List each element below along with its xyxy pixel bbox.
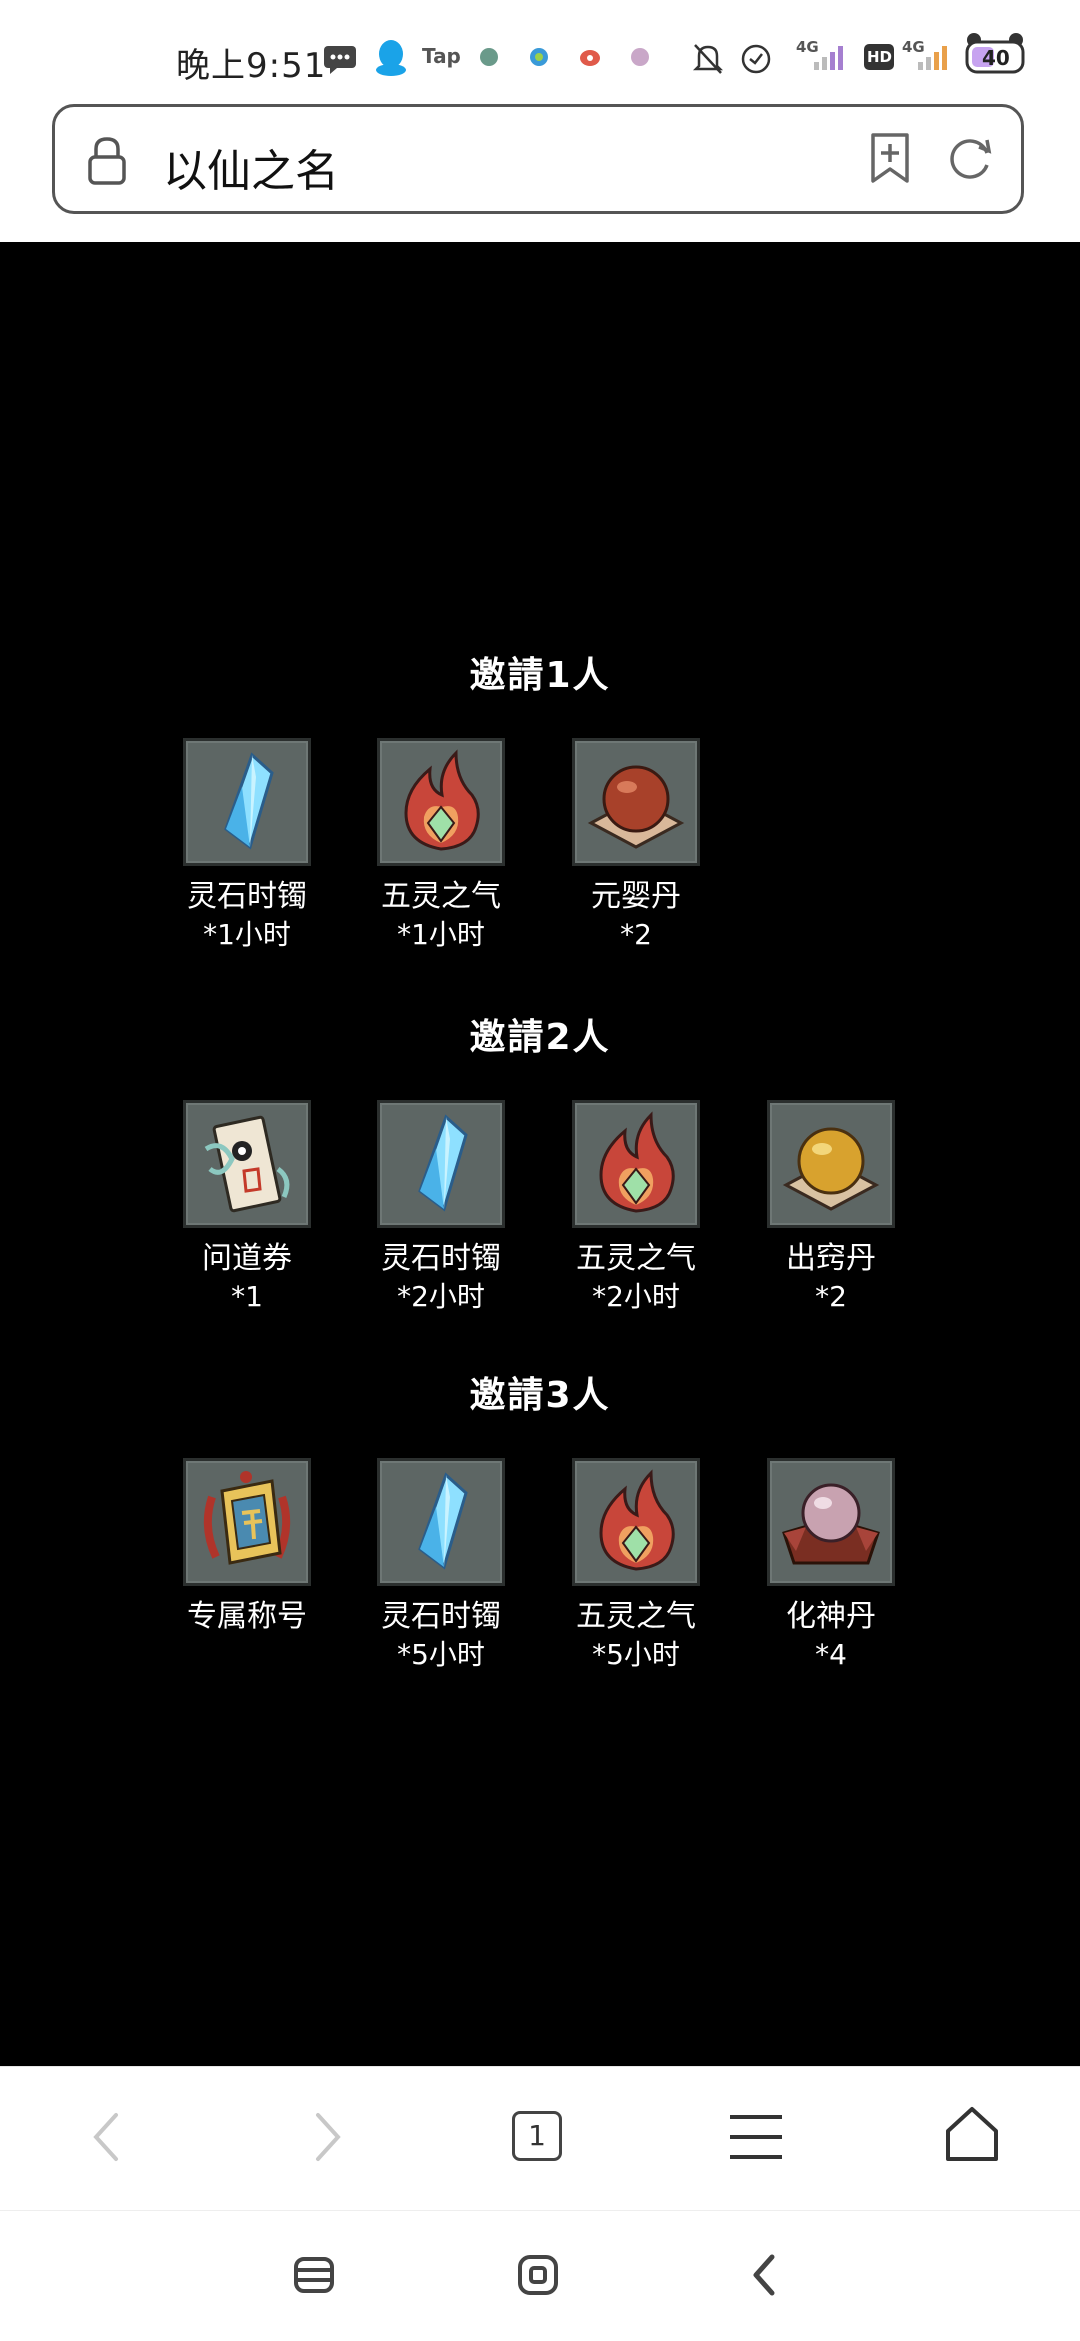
alarm-icon (741, 44, 771, 74)
hd-label: HD (867, 48, 893, 66)
item-slot (572, 1100, 700, 1228)
page-title: 以仙之名 (163, 146, 339, 197)
item-name: 问道券 (202, 1241, 292, 1276)
menu-icon[interactable] (726, 2111, 786, 2163)
app-icon-2 (530, 48, 548, 66)
status-bar: 晚上9:51 Tap 4G HD 4G 40 (0, 0, 1080, 100)
mute-icon (692, 44, 724, 74)
title-badge-icon (203, 1471, 291, 1565)
purple-orb-icon (782, 1483, 880, 1565)
tap-label: Tap (422, 44, 461, 68)
item-amount: *2 (815, 1280, 847, 1313)
forward-icon[interactable] (308, 2107, 348, 2167)
item-amount: *5小时 (397, 1638, 485, 1671)
crystal-icon (224, 752, 274, 850)
item-name: 灵石时镯 (381, 1599, 501, 1634)
item-slot (572, 1458, 700, 1586)
item-slot (183, 1100, 311, 1228)
message-icon (324, 46, 356, 74)
recent-apps-icon[interactable] (292, 2253, 336, 2297)
item-slot (377, 1458, 505, 1586)
home-button-icon[interactable] (516, 2253, 560, 2297)
item-name: 化神丹 (786, 1599, 876, 1634)
game-content: 邀請1人 灵石时镯 *1小时 五灵之气 *1小时 元婴丹 *2 邀請2人 问道券… (0, 242, 1080, 2066)
crystal-icon (418, 1472, 468, 1570)
lock-icon (88, 137, 126, 185)
app-icon-1 (480, 48, 498, 66)
back-icon[interactable] (86, 2107, 126, 2167)
ticket-icon (204, 1115, 290, 1213)
tab-switcher-button[interactable]: 1 (512, 2111, 562, 2161)
item-amount: *5小时 (592, 1638, 680, 1671)
tier-title: 邀請2人 (469, 1017, 611, 1058)
item-name: 灵石时镯 (381, 1241, 501, 1276)
signal-icon-1 (814, 46, 843, 70)
flame-icon (404, 749, 480, 851)
item-name: 五灵之气 (576, 1241, 696, 1276)
app-icon-3 (631, 48, 649, 66)
flame-icon (599, 1111, 675, 1213)
item-slot (377, 1100, 505, 1228)
add-bookmark-icon[interactable] (865, 131, 915, 187)
qq-icon (376, 40, 406, 76)
battery-level: 40 (982, 46, 1010, 70)
gold-pill-icon (782, 1127, 880, 1211)
item-name: 五灵之气 (576, 1599, 696, 1634)
item-slot (767, 1100, 895, 1228)
status-time: 晚上9:51 (176, 46, 327, 86)
crystal-icon (418, 1114, 468, 1212)
tier-title: 邀請1人 (469, 655, 611, 696)
system-navigation-bar (0, 2210, 1080, 2341)
item-slot (377, 738, 505, 866)
signal-icon-2 (918, 46, 947, 70)
browser-toolbar: 1 (0, 2066, 1080, 2211)
item-slot (183, 738, 311, 866)
item-amount: *2 (620, 918, 652, 951)
item-name: 元婴丹 (591, 879, 681, 914)
item-amount: *2小时 (592, 1280, 680, 1313)
item-amount: *4 (815, 1638, 847, 1671)
item-name: 专属称号 (187, 1599, 307, 1634)
item-slot (572, 738, 700, 866)
address-bar[interactable]: 以仙之名 (52, 104, 1024, 214)
tier-title: 邀請3人 (469, 1375, 611, 1416)
weibo-icon (580, 50, 600, 66)
red-pill-icon (587, 765, 685, 849)
item-amount: *1 (231, 1280, 263, 1313)
home-icon[interactable] (942, 2105, 1002, 2165)
item-slot (183, 1458, 311, 1586)
item-amount: *2小时 (397, 1280, 485, 1313)
back-button-icon[interactable] (744, 2253, 788, 2297)
item-amount: *1小时 (397, 918, 485, 951)
item-amount: *1小时 (203, 918, 291, 951)
item-slot (767, 1458, 895, 1586)
flame-icon (599, 1469, 675, 1571)
item-name: 灵石时镯 (187, 879, 307, 914)
address-bar-area: 以仙之名 (0, 100, 1080, 242)
reload-icon[interactable] (943, 131, 999, 187)
item-name: 出窍丹 (786, 1241, 876, 1276)
item-name: 五灵之气 (381, 879, 501, 914)
